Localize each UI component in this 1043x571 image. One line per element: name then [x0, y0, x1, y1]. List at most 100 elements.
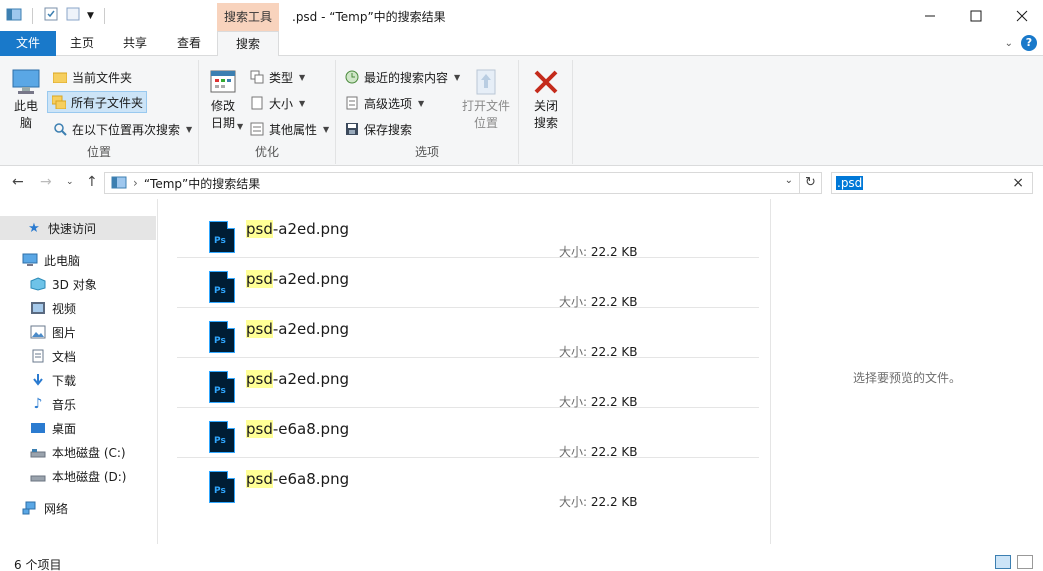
properties-icon[interactable]	[43, 6, 59, 25]
recent-locations-chevron-icon[interactable]: ⌄	[66, 177, 74, 187]
breadcrumb-chevron-icon[interactable]: ›	[133, 176, 138, 190]
advanced-options-button[interactable]: 高级选项 ▼	[341, 92, 427, 114]
nav-drive-c[interactable]: 本地磁盘 (C:)	[0, 440, 126, 464]
save-search-button[interactable]: 保存搜索	[341, 118, 415, 140]
tab-home[interactable]: 主页	[56, 31, 108, 56]
nav-videos[interactable]: 视频	[0, 296, 76, 320]
details-view-icon[interactable]	[995, 555, 1011, 569]
desktop-icon	[30, 421, 46, 435]
tab-file[interactable]: 文件	[0, 31, 56, 56]
all-subfolders-label: 所有子文件夹	[71, 95, 144, 110]
navigation-pane: ★ 快速访问 此电脑 3D 对象 视频 图片 文档 下载 ♪ 音乐 桌面 本地磁…	[0, 199, 158, 544]
advanced-options-icon	[344, 96, 360, 110]
size-icon	[249, 96, 265, 110]
close-search-button[interactable]: 关闭搜索	[523, 68, 569, 132]
current-folder-button[interactable]: 当前文件夹	[49, 66, 135, 88]
file-row[interactable]: Ps psd-a2ed.png 大小: 22.2 KB	[177, 208, 759, 259]
recent-searches-label: 最近的搜索内容	[364, 70, 449, 85]
file-row[interactable]: Ps psd-a2ed.png 大小: 22.2 KB	[177, 358, 759, 409]
address-bar[interactable]: › “Temp”中的搜索结果 ⌄	[104, 172, 800, 194]
nav-label: 本地磁盘 (C:)	[52, 445, 126, 460]
network-icon	[22, 501, 38, 515]
nav-this-pc[interactable]: 此电脑	[0, 248, 80, 272]
kind-button[interactable]: 类型 ▼	[246, 66, 308, 88]
minimize-button[interactable]	[907, 0, 953, 31]
nav-desktop[interactable]: 桌面	[0, 416, 76, 440]
back-arrow-icon[interactable]: ←	[12, 174, 24, 190]
clear-search-icon[interactable]: ×	[1012, 175, 1024, 191]
maximize-button[interactable]	[953, 0, 999, 31]
date-modified-button[interactable]: 修改日期 ▼	[203, 68, 243, 132]
photoshop-file-icon: Ps	[209, 271, 235, 303]
drive-icon	[30, 445, 46, 459]
tab-view[interactable]: 查看	[162, 31, 216, 56]
address-row: ← → ⌄ ↑ › “Temp”中的搜索结果 ⌄ ↻ .psd ×	[0, 166, 1043, 199]
open-file-location-button[interactable]: 打开文件位置	[458, 68, 514, 132]
photoshop-file-icon: Ps	[209, 471, 235, 503]
refresh-button[interactable]: ↻	[800, 172, 822, 194]
nav-label: 快速访问	[48, 221, 97, 236]
help-icon[interactable]: ?	[1021, 35, 1037, 51]
nav-label: 桌面	[52, 421, 77, 436]
new-folder-icon[interactable]	[65, 6, 81, 25]
status-bar: 6 个项目	[0, 544, 1043, 571]
nav-drive-d[interactable]: 本地磁盘 (D:)	[0, 464, 126, 488]
recent-searches-button[interactable]: 最近的搜索内容 ▼	[341, 66, 463, 88]
close-window-button[interactable]	[999, 0, 1043, 31]
file-row[interactable]: Ps psd-a2ed.png 大小: 22.2 KB	[177, 308, 759, 359]
star-icon: ★	[28, 220, 40, 236]
search-box[interactable]: .psd ×	[831, 172, 1033, 194]
location-folder-icon	[111, 175, 127, 192]
size-button[interactable]: 大小 ▼	[246, 92, 308, 114]
calendar-icon	[203, 68, 243, 98]
expand-ribbon-icon[interactable]: ⌄	[1005, 38, 1013, 49]
forward-arrow-icon[interactable]: →	[40, 174, 52, 190]
this-pc-button[interactable]: 此电脑	[6, 68, 46, 132]
search-input[interactable]: .psd	[836, 176, 864, 190]
nav-music[interactable]: ♪ 音乐	[0, 392, 76, 416]
customize-toolbar-icon[interactable]: ▼	[87, 11, 94, 21]
file-row[interactable]: Ps psd-e6a8.png 大小: 22.2 KB	[177, 458, 759, 509]
search-results-list: Ps psd-a2ed.png 大小: 22.2 KB Ps psd-a2ed.…	[159, 199, 770, 544]
all-subfolders-button[interactable]: 所有子文件夹	[47, 91, 148, 113]
toolbar-separator	[103, 7, 105, 24]
window-title: .psd - “Temp”中的搜索结果	[292, 10, 446, 24]
save-icon	[344, 122, 360, 136]
other-properties-button[interactable]: 其他属性 ▼	[246, 118, 332, 140]
file-size: 大小: 22.2 KB	[559, 495, 638, 509]
tab-search[interactable]: 搜索	[217, 31, 279, 57]
photoshop-file-icon: Ps	[209, 421, 235, 453]
nav-label: 音乐	[52, 397, 77, 412]
large-icons-view-icon[interactable]	[1017, 555, 1033, 569]
kind-label: 类型	[269, 70, 294, 85]
up-arrow-icon[interactable]: ↑	[86, 174, 98, 190]
file-row[interactable]: Ps psd-a2ed.png 大小: 22.2 KB	[177, 258, 759, 309]
refresh-icon: ↻	[805, 175, 816, 190]
open-file-location-label: 打开文件位置	[461, 99, 510, 130]
explorer-icon	[6, 6, 22, 25]
nav-documents[interactable]: 文档	[0, 344, 76, 368]
file-row[interactable]: Ps psd-e6a8.png 大小: 22.2 KB	[177, 408, 759, 459]
ribbon: 此电脑 当前文件夹 所有子文件夹 在以下位置再次搜索 ▼ 位置 修改日期 ▼ 类…	[0, 56, 1043, 166]
nav-3d-objects[interactable]: 3D 对象	[0, 272, 97, 296]
tab-share[interactable]: 共享	[108, 31, 162, 56]
nav-label: 下载	[52, 373, 77, 388]
file-name: psd-e6a8.png	[246, 420, 350, 438]
computer-icon	[6, 68, 46, 98]
address-dropdown-icon[interactable]: ⌄	[785, 175, 793, 186]
search-again-in-button[interactable]: 在以下位置再次搜索 ▼	[49, 118, 195, 140]
nav-quick-access[interactable]: ★ 快速访问	[0, 216, 156, 240]
properties-list-icon	[249, 122, 265, 136]
view-switcher	[995, 555, 1033, 569]
item-count: 6 个项目	[14, 558, 62, 571]
nav-pictures[interactable]: 图片	[0, 320, 76, 344]
group-label-location: 位置	[86, 145, 111, 159]
open-location-icon	[458, 68, 514, 98]
nav-network[interactable]: 网络	[0, 496, 68, 520]
computer-icon	[22, 253, 38, 267]
nav-downloads[interactable]: 下载	[0, 368, 76, 392]
chevron-down-icon: ▼	[418, 98, 425, 108]
drive-icon	[30, 469, 46, 483]
nav-label: 图片	[52, 325, 77, 340]
file-name: psd-a2ed.png	[246, 370, 350, 388]
